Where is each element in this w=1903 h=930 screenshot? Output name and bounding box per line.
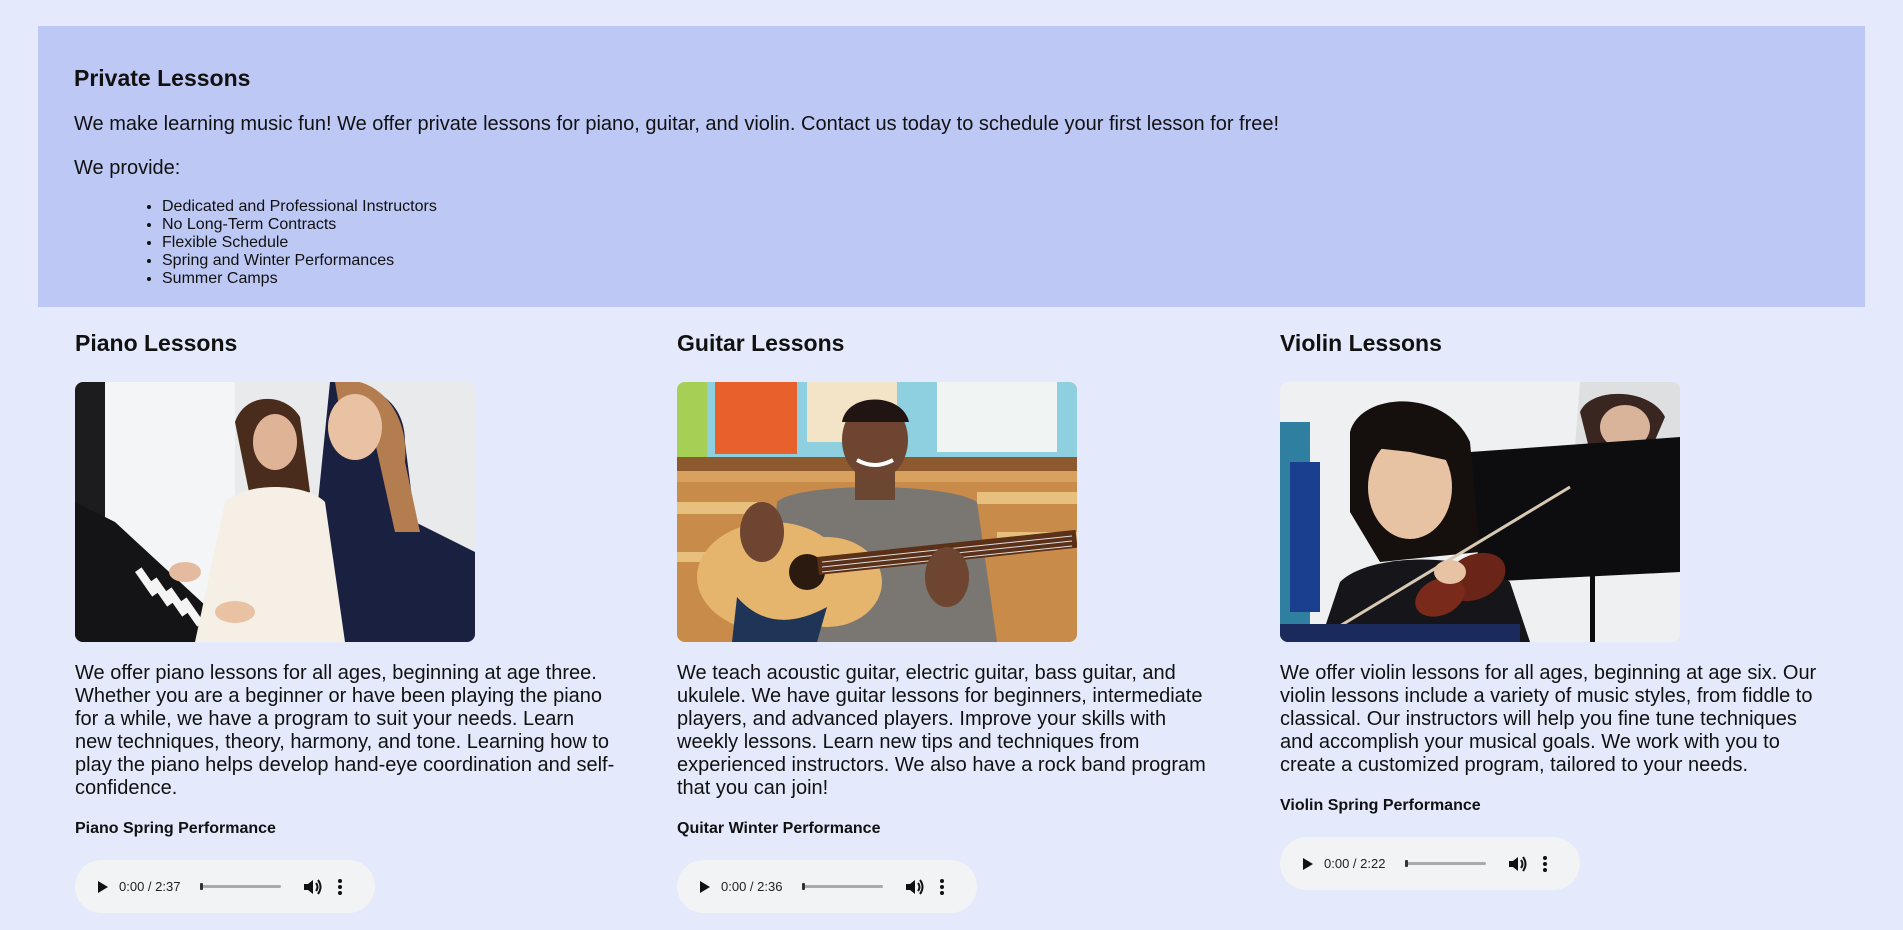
violin-performance-title: Violin Spring Performance — [1280, 797, 1481, 814]
violin-lessons-description: We offer violin lessons for all ages, be… — [1280, 662, 1817, 776]
benefit-item: No Long-Term Contracts — [162, 216, 1865, 234]
play-icon[interactable] — [1302, 857, 1314, 871]
violin-lessons-title: Violin Lessons — [1280, 330, 1442, 356]
piano-audio-player[interactable]: 0:00 / 2:37 — [75, 860, 375, 913]
more-vert-icon[interactable] — [939, 878, 945, 896]
private-lessons-section: Private Lessons We make learning music f… — [38, 26, 1865, 307]
audio-seek-thumb[interactable] — [200, 883, 203, 890]
benefit-item: Spring and Winter Performances — [162, 252, 1865, 270]
guitar-lesson-photo — [677, 382, 1077, 642]
piano-lessons-title: Piano Lessons — [75, 330, 238, 356]
benefit-item: Dedicated and Professional Instructors — [162, 198, 1865, 216]
violin-lessons-column: Violin Lessons We offer violin lessons f… — [1280, 329, 1820, 890]
audio-time: 0:00 / 2:36 — [721, 879, 783, 894]
piano-lessons-column: Piano Lessons We offer piano lessons for… — [75, 329, 615, 913]
private-lessons-lead: We make learning music fun! We offer pri… — [74, 113, 1280, 135]
audio-time: 0:00 / 2:37 — [119, 879, 181, 894]
guitar-audio-player[interactable]: 0:00 / 2:36 — [677, 860, 977, 913]
guitar-lessons-column: Guitar Lessons We teach acoustic guitar,… — [677, 329, 1217, 913]
piano-lesson-photo — [75, 382, 475, 642]
benefit-item: Flexible Schedule — [162, 234, 1865, 252]
guitar-lessons-title: Guitar Lessons — [677, 330, 845, 356]
audio-seek-bar[interactable] — [802, 883, 883, 890]
audio-seek-bar[interactable] — [200, 883, 281, 890]
piano-performance-title: Piano Spring Performance — [75, 820, 276, 837]
play-icon[interactable] — [97, 880, 109, 894]
audio-seek-bar[interactable] — [1405, 860, 1486, 867]
play-icon[interactable] — [699, 880, 711, 894]
audio-time: 0:00 / 2:22 — [1324, 856, 1386, 871]
more-vert-icon[interactable] — [337, 878, 343, 896]
benefits-list: Dedicated and Professional Instructors N… — [74, 198, 1865, 288]
volume-icon[interactable] — [1508, 855, 1528, 873]
guitar-lesson-image — [677, 382, 1077, 642]
piano-lessons-description: We offer piano lessons for all ages, beg… — [75, 662, 615, 799]
more-vert-icon[interactable] — [1542, 855, 1548, 873]
audio-seek-thumb[interactable] — [1405, 860, 1408, 867]
volume-icon[interactable] — [303, 878, 323, 896]
private-lessons-title: Private Lessons — [74, 65, 251, 91]
audio-seek-thumb[interactable] — [802, 883, 805, 890]
guitar-performance-title: Quitar Winter Performance — [677, 820, 881, 837]
volume-icon[interactable] — [905, 878, 925, 896]
violin-audio-player[interactable]: 0:00 / 2:22 — [1280, 837, 1580, 890]
piano-lesson-image — [75, 382, 475, 642]
guitar-lessons-description: We teach acoustic guitar, electric guita… — [677, 662, 1206, 799]
violin-lesson-photo — [1280, 382, 1680, 642]
benefit-item: Summer Camps — [162, 270, 1865, 288]
we-provide-label: We provide: — [74, 157, 181, 179]
violin-lesson-image — [1280, 382, 1680, 642]
